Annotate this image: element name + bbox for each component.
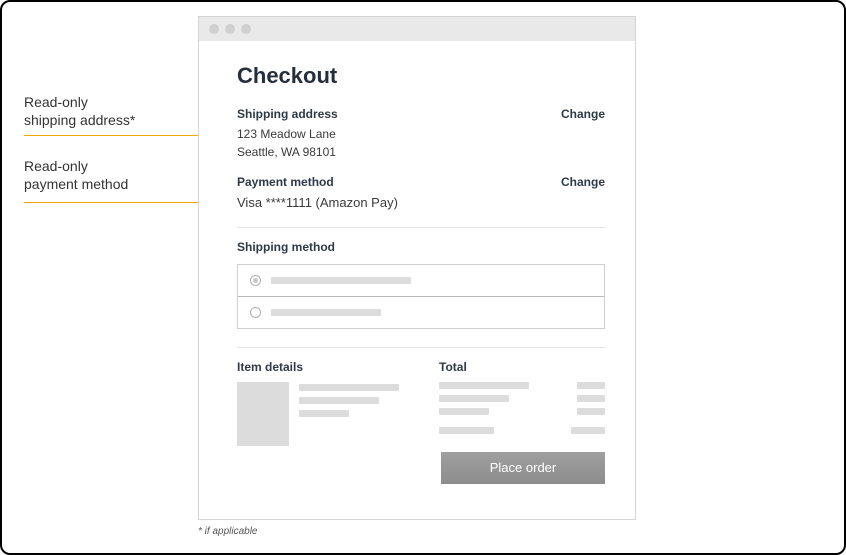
radio-icon: [250, 275, 261, 286]
shipping-address-label: Shipping address: [237, 107, 338, 121]
shipping-method-label: Shipping method: [237, 240, 605, 254]
radio-icon: [250, 307, 261, 318]
annotation-shipping-address: Read-only shipping address*: [24, 93, 135, 129]
placeholder-bar: [439, 395, 509, 402]
placeholder-bar: [299, 397, 379, 404]
divider: [237, 347, 605, 348]
shipping-option[interactable]: [238, 296, 604, 328]
total-summary: [439, 382, 605, 434]
place-order-button[interactable]: Place order: [441, 452, 605, 484]
shipping-address-value: 123 Meadow Lane Seattle, WA 98101: [237, 125, 605, 161]
window-control-icon: [209, 24, 219, 34]
change-payment-link[interactable]: Change: [561, 175, 605, 189]
divider: [237, 227, 605, 228]
placeholder-bar: [271, 277, 411, 284]
checkout-window: Checkout Shipping address Change 123 Mea…: [198, 16, 636, 520]
item-details-label: Item details: [237, 360, 403, 374]
placeholder-bar: [577, 382, 605, 389]
placeholder-bar: [577, 395, 605, 402]
placeholder-bar: [439, 408, 489, 415]
placeholder-bar: [271, 309, 381, 316]
annotation-payment-method: Read-only payment method: [24, 157, 128, 193]
payment-method-value: Visa ****1111 (Amazon Pay): [237, 193, 605, 213]
item-row: [237, 382, 403, 446]
shipping-method-options: [237, 264, 605, 329]
payment-method-label: Payment method: [237, 175, 334, 189]
window-control-icon: [225, 24, 235, 34]
placeholder-bar: [577, 408, 605, 415]
shipping-option[interactable]: [238, 265, 604, 296]
item-thumbnail: [237, 382, 289, 446]
placeholder-bar: [299, 410, 349, 417]
placeholder-bar: [299, 384, 399, 391]
change-shipping-link[interactable]: Change: [561, 107, 605, 121]
placeholder-bar: [439, 427, 494, 434]
placeholder-bar: [439, 382, 529, 389]
window-control-icon: [241, 24, 251, 34]
footnote: * if applicable: [198, 526, 257, 537]
page-title: Checkout: [237, 63, 605, 89]
placeholder-bar: [571, 427, 605, 434]
window-titlebar: [199, 17, 635, 41]
total-label: Total: [439, 360, 605, 374]
